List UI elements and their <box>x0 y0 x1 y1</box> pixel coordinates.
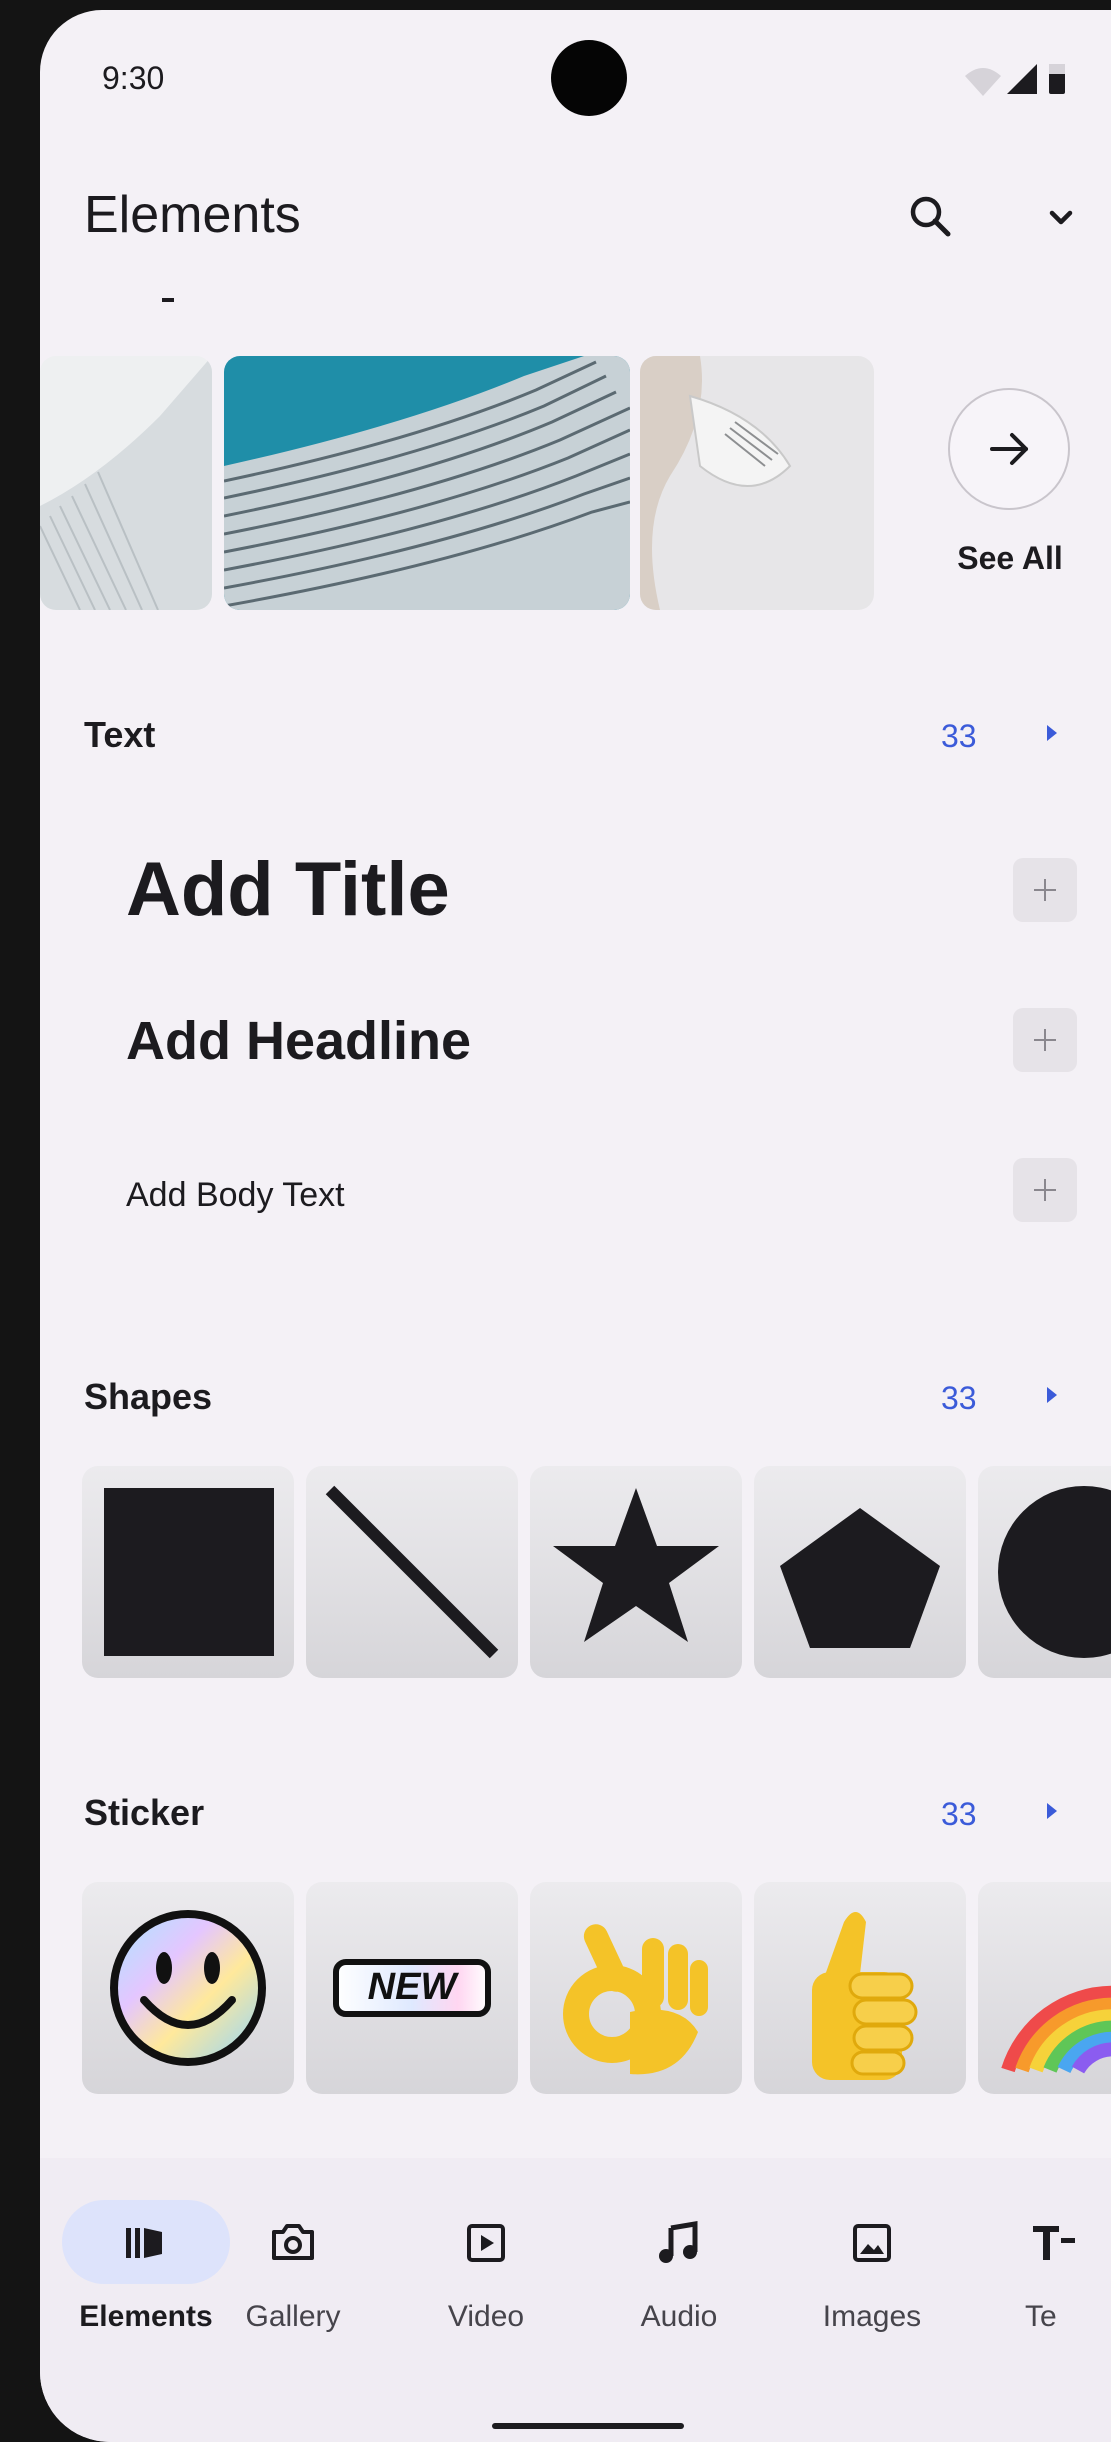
search-button[interactable] <box>896 182 966 252</box>
page-title: Elements <box>84 186 301 244</box>
ok-hand-sticker-icon <box>563 1924 708 2075</box>
front-camera <box>551 40 627 116</box>
nav-item-images[interactable]: Images <box>787 2200 957 2340</box>
pentagon-icon <box>780 1508 940 1648</box>
caret-right-icon[interactable] <box>1040 1796 1064 1826</box>
section-title-sticker: Sticker <box>84 1792 205 1833</box>
nav-item-audio[interactable]: Audio <box>594 2200 764 2340</box>
text-icon <box>1033 2226 1075 2260</box>
caret-right-icon[interactable] <box>1040 1380 1064 1410</box>
divider-mark <box>162 298 174 302</box>
line-icon <box>325 1485 499 1659</box>
section-count-sticker[interactable]: 33 <box>941 1796 977 1833</box>
plus-icon <box>1034 1029 1056 1051</box>
music-note-icon <box>659 2221 698 2263</box>
chevron-down-icon <box>1049 210 1073 225</box>
section-count-shapes[interactable]: 33 <box>941 1380 977 1417</box>
nav-item-gallery[interactable]: Gallery <box>208 2200 378 2340</box>
status-icons <box>965 64 1065 96</box>
phone-screen: 9:30 Elements See All Text 33 Add Title … <box>40 10 1111 2442</box>
photo-thumb-1[interactable] <box>40 356 212 610</box>
nav-item-elements[interactable]: Elements <box>40 2200 230 2340</box>
nav-label-elements: Elements <box>79 2300 213 2333</box>
signal-icon <box>1007 64 1037 94</box>
elements-icon <box>126 2228 162 2258</box>
shape-star[interactable] <box>530 1466 742 1678</box>
add-title-button[interactable] <box>1013 858 1077 922</box>
add-headline-button[interactable] <box>1013 1008 1077 1072</box>
video-icon <box>467 2224 505 2262</box>
plus-icon <box>1034 879 1056 901</box>
image-icon <box>853 2224 891 2262</box>
sticker-new[interactable]: NEW <box>306 1882 518 2094</box>
square-icon <box>104 1488 274 1656</box>
arrow-right-icon <box>990 433 1028 465</box>
sticker-smiley[interactable] <box>82 1882 294 2094</box>
add-title-item[interactable]: Add Title <box>126 846 450 933</box>
section-title-text: Text <box>84 714 156 755</box>
section-title-shapes: Shapes <box>84 1376 213 1417</box>
home-indicator[interactable] <box>492 2423 684 2429</box>
nav-label-text: Te <box>1025 2300 1057 2333</box>
thumbs-up-sticker-icon <box>812 1912 918 2080</box>
star-icon <box>553 1488 719 1642</box>
photo-thumb-2[interactable] <box>224 356 630 610</box>
collapse-button[interactable] <box>1026 182 1096 252</box>
section-count-text[interactable]: 33 <box>941 718 977 755</box>
circle-icon <box>998 1486 1111 1658</box>
smiley-sticker-icon <box>110 1910 266 2066</box>
new-badge-text: NEW <box>367 1966 457 2008</box>
plus-icon <box>1034 1179 1056 1201</box>
add-body-text-button[interactable] <box>1013 1158 1077 1222</box>
nav-item-video[interactable]: Video <box>401 2200 571 2340</box>
nav-label-video: Video <box>447 2300 525 2333</box>
caret-right-icon[interactable] <box>1040 718 1064 748</box>
search-icon <box>910 196 951 237</box>
wifi-icon <box>965 68 1001 96</box>
rainbow-sticker-icon <box>1001 1985 1111 2074</box>
photo-thumb-3[interactable] <box>640 356 874 610</box>
camera-icon <box>272 2224 314 2260</box>
nav-label-audio: Audio <box>640 2300 718 2333</box>
shape-circle[interactable] <box>978 1466 1111 1678</box>
add-headline-item[interactable]: Add Headline <box>126 1010 471 1072</box>
sticker-rainbow[interactable] <box>978 1882 1111 2094</box>
nav-label-gallery: Gallery <box>245 2300 341 2333</box>
shape-square[interactable] <box>82 1466 294 1678</box>
status-time: 9:30 <box>102 60 165 96</box>
shape-line[interactable] <box>306 1466 518 1678</box>
nav-label-images: Images <box>822 2300 922 2333</box>
sticker-ok-hand[interactable] <box>530 1882 742 2094</box>
shape-pentagon[interactable] <box>754 1466 966 1678</box>
nav-item-text[interactable]: Te <box>1015 2200 1111 2340</box>
see-all-label[interactable]: See All <box>940 540 1080 577</box>
see-all-button[interactable] <box>948 388 1070 510</box>
add-body-text-item[interactable]: Add Body Text <box>126 1176 345 1215</box>
sticker-thumbs-up[interactable] <box>754 1882 966 2094</box>
